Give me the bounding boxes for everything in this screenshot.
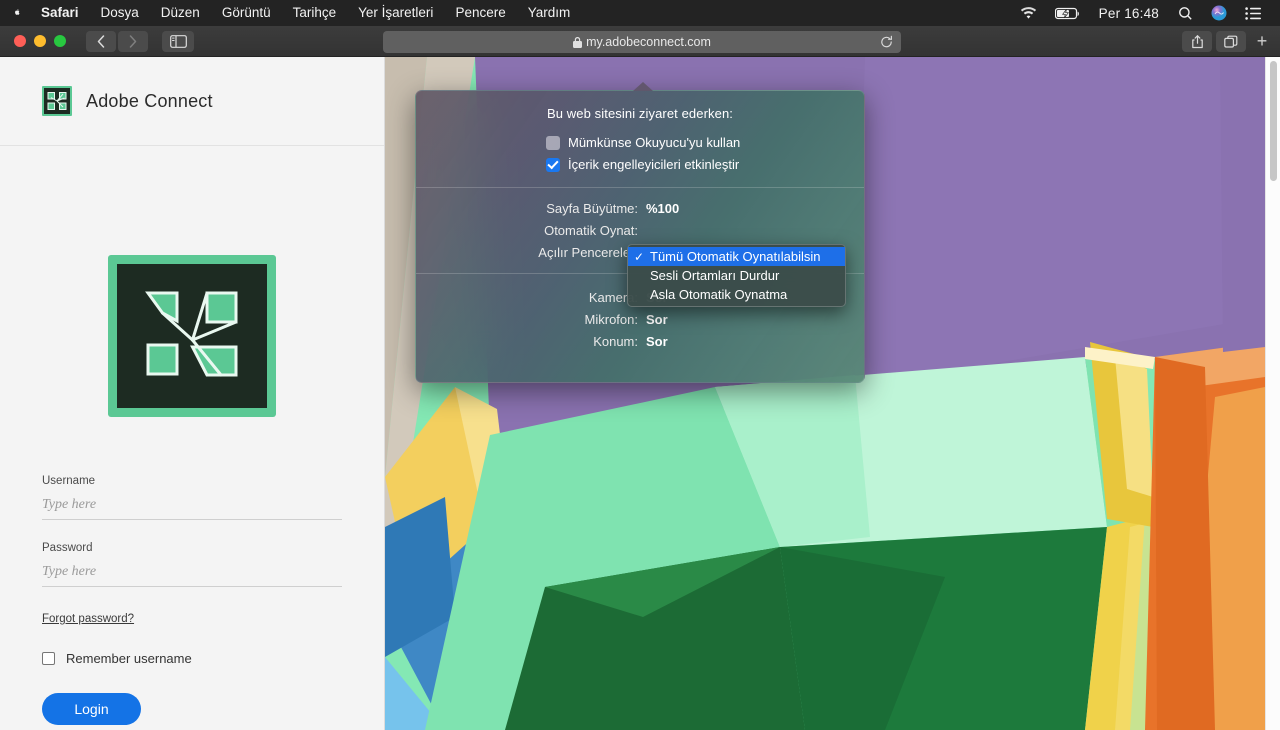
password-label: Password: [42, 542, 93, 554]
autoplay-label: Otomatik Oynat:: [544, 222, 638, 238]
microphone-label: Mikrofon:: [584, 311, 638, 327]
menu-bar-status: Per 16:48: [1011, 5, 1280, 21]
password-group: Password: [42, 542, 342, 587]
safari-window: my.adobeconnect.com + Adobe Connect User…: [0, 26, 1280, 730]
page-zoom-value[interactable]: %100: [646, 201, 679, 216]
tab-overview-icon[interactable]: [1216, 31, 1246, 52]
close-window-button[interactable]: [14, 35, 26, 47]
toolbar-right-actions: +: [1182, 31, 1274, 52]
dropdown-option-stop-media-label: Sesli Ortamları Durdur: [650, 268, 780, 283]
battery-charging-icon[interactable]: [1046, 7, 1089, 20]
menu-item-tarihce[interactable]: Tarihçe: [282, 0, 348, 26]
camera-label: Kamera:: [588, 289, 638, 305]
new-tab-button[interactable]: +: [1250, 31, 1274, 52]
control-center-icon[interactable]: [1236, 6, 1270, 20]
forward-button[interactable]: [118, 30, 148, 52]
content-blockers-checkbox[interactable]: [546, 157, 560, 172]
safari-site-settings-popover: Bu web sitesini ziyaret ederken: Mümküns…: [415, 82, 865, 383]
popover-arrow: [633, 82, 653, 91]
popover-title: Bu web sitesini ziyaret ederken:: [546, 106, 733, 121]
use-reader-checkbox[interactable]: [546, 135, 560, 150]
reload-icon[interactable]: [880, 35, 893, 49]
menu-item-dosya[interactable]: Dosya: [90, 0, 150, 26]
remember-username-row[interactable]: Remember username: [42, 651, 342, 666]
spotlight-search-icon[interactable]: [1169, 6, 1202, 21]
menu-bar-clock[interactable]: Per 16:48: [1089, 6, 1169, 21]
mac-menu-bar: Safari Dosya Düzen Görüntü Tarihçe Yer İ…: [0, 0, 1280, 26]
adobe-connect-logo: [108, 255, 276, 417]
brand-header: Adobe Connect: [0, 57, 384, 145]
use-reader-row[interactable]: Mümkünse Okuyucu'yu kullan: [546, 135, 864, 150]
location-row: Konum: Sor: [416, 330, 864, 352]
browser-toolbar: my.adobeconnect.com +: [0, 26, 1280, 57]
check-icon: ✓: [634, 249, 645, 264]
content-blockers-label: İçerik engelleyicileri etkinleştir: [568, 157, 740, 172]
minimize-window-button[interactable]: [34, 35, 46, 47]
content-blockers-row[interactable]: İçerik engelleyicileri etkinleştir: [546, 157, 864, 172]
dropdown-option-allow-all[interactable]: ✓ Tümü Otomatik Oynatılabilsin: [628, 247, 845, 266]
username-label: Username: [42, 475, 96, 487]
page-scrollbar[interactable]: [1265, 57, 1280, 730]
microphone-row: Mikrofon: Sor: [416, 308, 864, 330]
dropdown-option-allow-all-label: Tümü Otomatik Oynatılabilsin: [650, 249, 821, 264]
menu-item-pencere[interactable]: Pencere: [444, 0, 516, 26]
menu-item-safari[interactable]: Safari: [30, 0, 90, 26]
share-icon[interactable]: [1182, 31, 1212, 52]
username-input[interactable]: [42, 497, 342, 520]
use-reader-label: Mümkünse Okuyucu'yu kullan: [568, 135, 741, 150]
menu-item-goruntu[interactable]: Görüntü: [211, 0, 282, 26]
remember-username-label: Remember username: [66, 651, 192, 666]
lock-icon: [573, 36, 583, 48]
adobe-connect-logo-small-icon: [42, 86, 72, 116]
location-value[interactable]: Sor: [646, 334, 668, 349]
username-group: Username: [42, 475, 342, 520]
brand-divider: [0, 145, 384, 146]
page-content: Adobe Connect Username Type here Passwor…: [0, 57, 1280, 730]
menu-item-duzen[interactable]: Düzen: [150, 0, 211, 26]
sidebar-toggle-icon[interactable]: [162, 30, 194, 52]
address-bar-url: my.adobeconnect.com: [586, 35, 711, 49]
page-zoom-row: Sayfa Büyütme: %100: [416, 197, 864, 219]
scrollbar-thumb[interactable]: [1270, 61, 1277, 181]
autoplay-row: Otomatik Oynat:: [416, 219, 864, 241]
zoom-window-button[interactable]: [54, 35, 66, 47]
menu-item-yardim[interactable]: Yardım: [517, 0, 582, 26]
password-input[interactable]: [42, 564, 342, 587]
forgot-password-link[interactable]: Forgot password?: [42, 613, 134, 625]
login-form: Username Password Forgot password? Remem…: [42, 475, 342, 725]
window-controls: [0, 35, 66, 47]
dropdown-option-never-autoplay[interactable]: Asla Otomatik Oynatma: [628, 285, 845, 304]
wifi-icon[interactable]: [1011, 6, 1046, 20]
location-label: Konum:: [593, 333, 638, 349]
login-button[interactable]: Login: [42, 693, 141, 725]
apple-logo-icon[interactable]: [8, 4, 30, 22]
adobe-connect-login-panel: Adobe Connect Username Type here Passwor…: [0, 57, 385, 730]
address-bar[interactable]: my.adobeconnect.com: [383, 31, 901, 53]
screen: Safari Dosya Düzen Görüntü Tarihçe Yer İ…: [0, 0, 1280, 730]
brand-title: Adobe Connect: [86, 90, 213, 111]
back-button[interactable]: [86, 30, 116, 52]
remember-username-checkbox[interactable]: [42, 652, 55, 665]
navigation-buttons: [86, 30, 148, 52]
menu-item-yer-isaretleri[interactable]: Yer İşaretleri: [347, 0, 444, 26]
menu-bar-left: Safari Dosya Düzen Görüntü Tarihçe Yer İ…: [0, 0, 581, 26]
popups-label: Açılır Pencereler:: [538, 244, 638, 260]
dropdown-option-stop-media-with-sound[interactable]: Sesli Ortamları Durdur: [628, 266, 845, 285]
popover-checkbox-group: Mümkünse Okuyucu'yu kullan İçerik engell…: [416, 121, 864, 172]
page-zoom-label: Sayfa Büyütme:: [546, 200, 638, 216]
dropdown-option-never-autoplay-label: Asla Otomatik Oynatma: [650, 287, 788, 302]
microphone-value[interactable]: Sor: [646, 312, 668, 327]
siri-icon[interactable]: [1202, 5, 1236, 21]
autoplay-dropdown-menu: ✓ Tümü Otomatik Oynatılabilsin Sesli Ort…: [627, 244, 846, 307]
